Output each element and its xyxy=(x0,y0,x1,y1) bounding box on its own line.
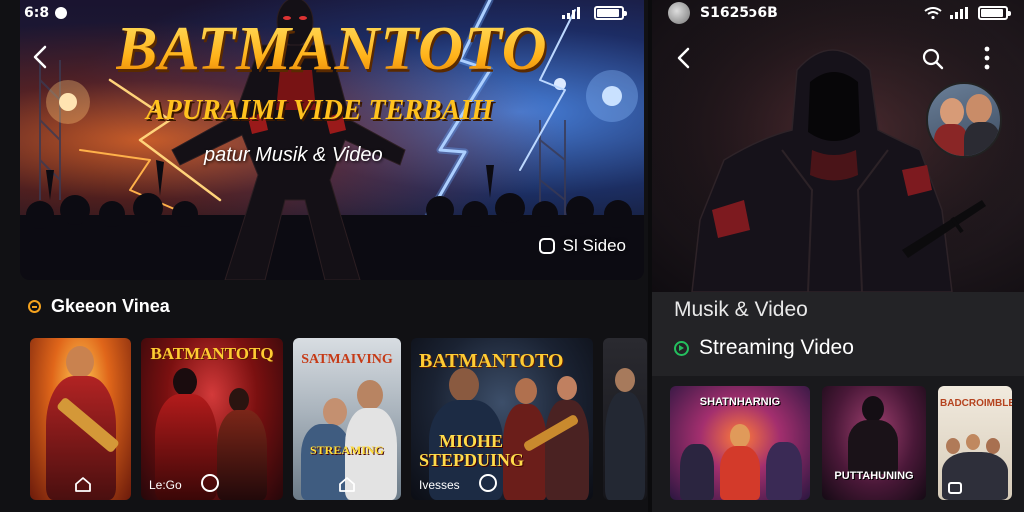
poster-card[interactable]: BADCROIMBLE xyxy=(938,386,1012,500)
wifi-icon xyxy=(924,7,942,19)
avatar-face xyxy=(966,94,992,124)
poster-figure-head xyxy=(946,438,960,454)
avatar-face xyxy=(940,98,964,126)
section-dot-icon xyxy=(28,300,41,313)
poster-card[interactable] xyxy=(603,338,647,500)
poster-figure xyxy=(680,444,714,500)
poster-figure xyxy=(545,400,589,500)
hero-video-button[interactable]: Sl Sideo xyxy=(538,236,626,256)
left-phone-screen: 6:8 BATMANTOTO APURAIMI VIDE TERBAIH pat… xyxy=(0,0,648,512)
poster-figure-head xyxy=(557,376,577,400)
avatar-body xyxy=(964,122,1000,156)
poster-card[interactable]: PUTTAHUNING xyxy=(822,386,926,500)
circle-icon xyxy=(479,474,497,492)
play-circle-icon xyxy=(674,340,689,356)
poster-figure-head xyxy=(449,368,479,402)
signal-icon xyxy=(950,7,968,19)
back-arrow-icon[interactable] xyxy=(674,46,694,70)
section-title: Gkeeon Vinea xyxy=(51,296,170,316)
streaming-video-link[interactable]: Streaming Video xyxy=(674,336,854,360)
alarm-icon xyxy=(55,7,68,19)
poster-card[interactable] xyxy=(30,338,131,500)
poster-card[interactable]: BATMANTOTQ Le:Go xyxy=(141,338,283,500)
poster-title: SHATNHARNIG xyxy=(699,396,781,408)
poster-figure-head xyxy=(323,398,347,426)
play-square-icon xyxy=(948,482,962,494)
poster-figure xyxy=(848,420,898,474)
section-header: Gkeeon Vinea xyxy=(28,296,170,317)
poster-title: BADCROIMBLE xyxy=(940,398,1012,409)
hero-tagline: patur Musik & Video xyxy=(204,144,383,166)
right-phone-screen: S1625ɔ6B Musik & Video Streaming Video S… xyxy=(652,0,1024,512)
status-time: 6:8 xyxy=(24,5,50,21)
poster-figure-head xyxy=(615,368,635,392)
hero-banner[interactable]: BATMANTOTO APURAIMI VIDE TERBAIH patur M… xyxy=(20,0,644,280)
home-icon xyxy=(75,477,91,492)
poster-banner: MIOHE STEPDUING xyxy=(419,431,525,470)
poster-bottom-label: Le:Go xyxy=(149,478,182,492)
poster-title: BATMANTOTO xyxy=(419,350,564,372)
poster-figure-head xyxy=(966,434,980,450)
poster-card[interactable]: BATMANTOTO MIOHE STEPDUING Ivesses xyxy=(411,338,593,500)
poster-figure-head xyxy=(730,424,750,448)
search-icon[interactable] xyxy=(922,48,944,70)
video-square-icon xyxy=(538,238,555,254)
category-label: Musik & Video xyxy=(674,298,808,321)
poster-figure xyxy=(766,442,802,500)
poster-card[interactable]: SATMAIVING STREAMING xyxy=(293,338,401,500)
poster-figure-head xyxy=(66,346,94,378)
streaming-label: Streaming Video xyxy=(699,336,854,359)
app-logo-icon xyxy=(668,2,690,24)
home-icon xyxy=(339,477,355,492)
poster-figure-head xyxy=(515,378,537,404)
poster-figure-head xyxy=(229,388,249,412)
status-bar: S1625ɔ6B xyxy=(652,0,1024,26)
poster-figure xyxy=(720,446,760,500)
battery-icon xyxy=(978,6,1011,20)
back-arrow-icon[interactable] xyxy=(30,44,52,70)
poster-figure xyxy=(217,410,267,500)
status-bar: 6:8 xyxy=(0,0,648,26)
poster-figure xyxy=(605,392,645,500)
poster-row: BATMANTOTQ Le:Go SATMAIVING STREAMING BA… xyxy=(30,338,647,500)
related-poster-row: SHATNHARNIG PUTTAHUNING BADCROIMBLE xyxy=(670,386,1012,500)
poster-figure-head xyxy=(357,380,383,410)
poster-title: PUTTAHUNING xyxy=(834,470,914,482)
battery-fill xyxy=(981,9,1004,17)
poster-title: BATMANTOTQ xyxy=(150,344,274,363)
battery-icon xyxy=(594,6,627,20)
hero-video-label: Sl Sideo xyxy=(562,236,626,255)
poster-figure-head xyxy=(862,396,884,422)
profile-avatar[interactable] xyxy=(926,82,1002,158)
poster-figure-head xyxy=(173,368,197,396)
poster-banner: STREAMING xyxy=(309,443,384,457)
poster-bottom-label: Ivesses xyxy=(419,478,460,492)
signal-icon xyxy=(562,7,580,19)
circle-icon xyxy=(201,474,219,492)
hero-subtitle: APURAIMI VIDE TERBAIH xyxy=(146,95,493,126)
poster-title: SATMAIVING xyxy=(301,352,393,367)
battery-fill xyxy=(597,9,620,17)
more-vertical-icon[interactable] xyxy=(984,46,990,70)
poster-card[interactable]: SHATNHARNIG xyxy=(670,386,810,500)
avatar-body xyxy=(934,124,968,156)
status-carrier: S1625ɔ6B xyxy=(700,5,778,21)
